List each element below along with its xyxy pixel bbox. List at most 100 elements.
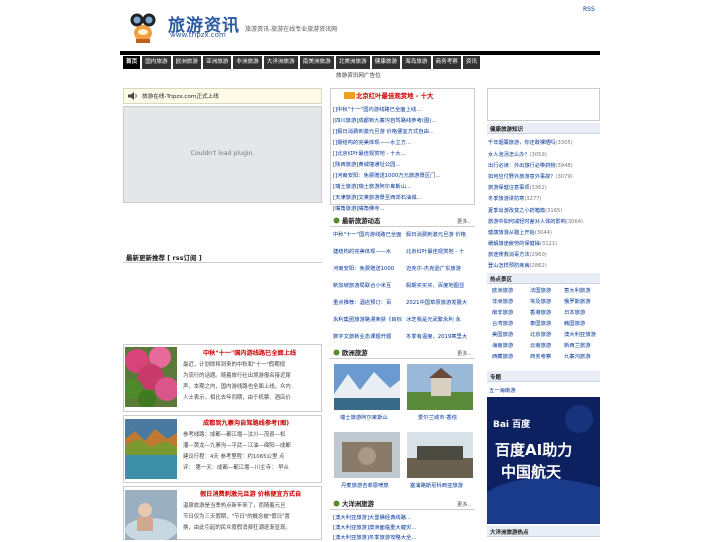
hot-link[interactable]: 云南旅游 [530, 341, 564, 352]
recommend-heading[interactable]: 最新更新推荐 [ rss订阅 ] [126, 252, 202, 262]
health-link[interactable]: 旅游中如何减轻时差对人体的影响(3064) [488, 218, 583, 225]
feature-title[interactable]: 成都到九寨沟自驾路线参考(图) [203, 418, 289, 427]
news-link[interactable]: 中秋"十一"国内游线路已全面 [333, 230, 406, 247]
feature-title[interactable]: 假日消费刺激元旦游 价格便宜方式自 [200, 489, 301, 498]
photo-thumbnail[interactable] [407, 364, 473, 412]
nav-item-north-america[interactable]: 北美洲旅游 [335, 56, 370, 69]
news-link[interactable]: 河南安阳：免费赠送1000 [333, 264, 406, 281]
hot-link[interactable]: 日本旅游 [564, 308, 600, 319]
hot-link[interactable]: 俄罗斯旅游 [564, 297, 600, 308]
hot-link[interactable]: 台湾旅游 [492, 319, 530, 330]
feature-image[interactable] [125, 490, 177, 542]
excerpt-line: 最近，计划即将到来的中秋和"十一"假期规 [183, 362, 285, 368]
headline-link[interactable]: [陕西旅游]黄城墙通址公园... [333, 160, 400, 168]
news-link[interactable]: 重点推荐：酒店预订：百 [333, 298, 406, 315]
headline-link[interactable]: []河南安阳：免费赠送1000万元旅游景区门... [333, 171, 440, 179]
photo-caption[interactable]: 塞浦路斯尼科西亚旅游 [410, 481, 463, 489]
photo-thumbnail[interactable] [334, 432, 400, 480]
view-count: (2960) [529, 252, 547, 258]
health-link[interactable]: 旅途搜救消毒方法(2960) [488, 251, 547, 258]
health-link[interactable]: 旅游保健注意事项(3362) [488, 184, 547, 191]
headline-link[interactable]: []假日消费刺激元旦游 价格便宜方式自由... [333, 127, 434, 135]
news-link[interactable]: 永利集团旅游路漫荣获《目标 [333, 315, 406, 332]
more-link[interactable]: 更多.. [457, 217, 471, 225]
headline-link[interactable]: [瑞士旅游]瑞士旅游阿尔卑斯山... [333, 182, 411, 190]
link-text: 旅途搜救消毒方法 [488, 252, 530, 258]
health-link[interactable]: 如何应付野外旅游意外事故？(3079) [488, 173, 573, 180]
hot-link[interactable]: 九寨沟旅游 [564, 352, 600, 363]
hot-link[interactable]: 欧洲旅游 [492, 286, 530, 297]
photo-thumbnail[interactable] [334, 364, 400, 412]
oceania-link[interactable]: [澳大利亚旅游]大堡礁经典线路... [333, 513, 411, 521]
feature-title[interactable]: 中秋"十一"国内游线路已全面上线 [203, 348, 296, 357]
feature-image[interactable] [125, 419, 177, 481]
nav-item-asia[interactable]: 亚洲旅游 [202, 56, 232, 69]
nav-item-island[interactable]: 海岛旅游 [402, 56, 431, 69]
oceania-link[interactable]: [澳大利亚旅游]澳洲面临重大蝗灾... [333, 523, 416, 531]
hot-link[interactable]: 埃及旅游 [530, 297, 564, 308]
more-link[interactable]: 更多.. [457, 349, 471, 357]
nav-item-news[interactable]: 资讯 [462, 56, 481, 69]
nav-item-home[interactable]: 首页 [123, 56, 141, 69]
hot-link[interactable]: 意大利旅游 [564, 286, 600, 297]
health-link[interactable]: 缓解旅途疲劳的保健操(3121) [488, 240, 557, 247]
hot-link[interactable]: 美国旅游 [492, 330, 530, 341]
news-link[interactable]: 冰芝我是光武繁永利 永 [406, 315, 477, 332]
headline-link[interactable]: []中秋"十一"国内游线路已全面上线... [333, 105, 421, 113]
health-link[interactable]: 健康旅游从踏上开始(3044) [488, 229, 552, 236]
nav-item-domestic[interactable]: 国内旅游 [142, 56, 171, 69]
topic-link[interactable]: 五一海南游 [489, 386, 516, 394]
hot-link[interactable]: 海南旅游 [492, 341, 530, 352]
nav-item-europe[interactable]: 欧洲旅游 [172, 56, 201, 69]
link-text: 旅游中如何减轻时差对人体的影响 [488, 219, 566, 225]
nav-item-south-america[interactable]: 南美洲旅游 [299, 56, 334, 69]
baidu-ad-banner[interactable]: Bai 百度 百度AI助力 中国航天 [487, 397, 600, 524]
news-link[interactable]: 迈克尔-杰克逊广东旅游 [406, 264, 477, 281]
section-title: 大洋洲旅游 [342, 500, 374, 508]
health-link[interactable]: 冬季旅游讲防寒(3277) [488, 195, 542, 202]
hot-link[interactable]: 商务考察 [530, 352, 564, 363]
ad-placeholder[interactable]: 旅游资讯网广告位 [336, 71, 381, 79]
logo-icon[interactable] [128, 11, 158, 43]
headline-link[interactable]: [嘴角旅游]嘴角佛寺... [333, 204, 385, 212]
headline-link[interactable]: [天津旅游]文莱旅游景至西郊石油城... [333, 193, 422, 201]
hot-link[interactable]: 泰国旅游 [530, 319, 564, 330]
news-link[interactable]: 假日消费刺激元旦游 价格 [406, 230, 477, 247]
hot-link[interactable]: 南非旅游 [492, 308, 530, 319]
headline-link[interactable]: []北京红叶最佳观赏地 - 十大... [333, 149, 406, 157]
news-link[interactable]: 假期买买买，百度地图显 [406, 281, 477, 298]
headline-title[interactable]: 北京红叶最佳观赏地 - 十大 [356, 91, 433, 100]
hot-link[interactable]: 韩国旅游 [564, 319, 600, 330]
health-link[interactable]: 登山怎样预防疾病(2862) [488, 262, 547, 269]
health-link[interactable]: 夏季出游改变之小药箱篇(3165) [488, 207, 562, 214]
news-link[interactable]: 2021中国草原旅游发展大 [406, 298, 477, 315]
photo-thumbnail[interactable] [407, 432, 473, 480]
nav-item-oceania[interactable]: 大洋洲旅游 [263, 56, 298, 69]
hot-link[interactable]: 香港旅游 [530, 308, 564, 319]
nav-item-health[interactable]: 健康旅游 [371, 56, 401, 69]
hot-link[interactable]: 法国旅游 [530, 286, 564, 297]
news-link[interactable]: 建结构的完美体现——水 [333, 247, 406, 264]
hot-link[interactable]: 新西兰旅游 [564, 341, 600, 352]
feature-image[interactable] [123, 346, 179, 409]
link-text: 夏季出游改变之小药箱篇 [488, 208, 546, 214]
hot-link[interactable]: 西藏旅游 [492, 352, 530, 363]
headline-link[interactable]: []摄结构的完美体现——水立方... [333, 138, 411, 146]
headline-link[interactable]: [四川旅游]成都到九寨沟自驾路线参考(图)... [333, 116, 436, 124]
health-link[interactable]: 千年烟寨旅游，你还敢裸晒吗(3305) [488, 139, 573, 146]
photo-caption[interactable]: 瑞士旅游阿尔卑斯山 [340, 413, 388, 421]
nav-item-business[interactable]: 商务考察 [432, 56, 461, 69]
more-link[interactable]: 更多.. [457, 500, 471, 508]
photo-caption[interactable]: 丹麦旅游吉菲恩喷泉 [341, 481, 389, 489]
nav-item-africa[interactable]: 非洲旅游 [233, 56, 262, 69]
news-link[interactable]: 北京红叶最佳观赏地 - 十 [406, 247, 477, 264]
hot-link[interactable]: 北京旅游 [530, 330, 564, 341]
hot-link[interactable]: 澳大利亚旅游 [564, 330, 600, 341]
hot-link[interactable]: 非洲旅游 [492, 297, 530, 308]
photo-caption[interactable]: 爱尔兰城市-香侬 [418, 413, 457, 421]
news-link[interactable]: 新加坡旅游局联合小米互 [333, 281, 406, 298]
notice-text[interactable]: 旅游在线-Tripzx.com正式上线 [142, 92, 219, 100]
rss-link[interactable]: RSS [583, 6, 595, 13]
health-link[interactable]: 女人泡汤怎么办？(3059) [488, 151, 547, 158]
health-link[interactable]: 出行必读：外出旅行必带药物(3948) [488, 162, 573, 169]
